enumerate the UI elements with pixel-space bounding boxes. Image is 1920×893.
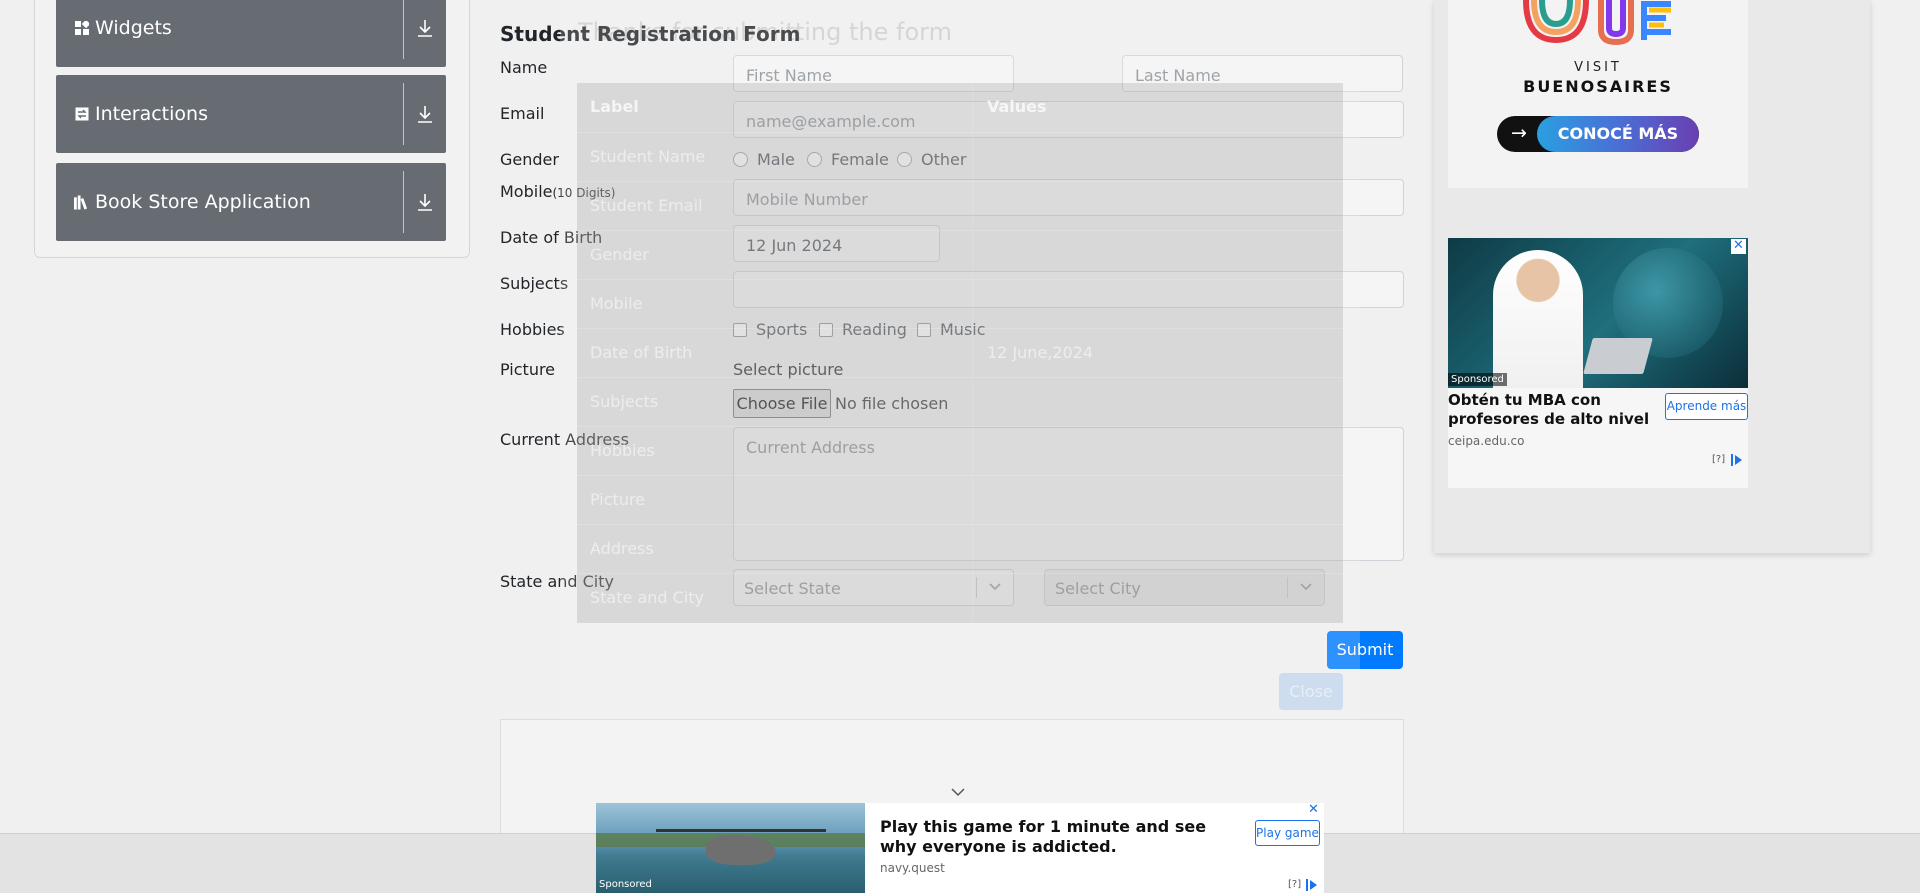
sponsored-label: Sponsored	[599, 879, 652, 890]
sidebar-group-label: Book Store Application	[95, 191, 311, 213]
arrow-right-icon: →	[1511, 122, 1527, 144]
play-game-button[interactable]: Play game	[1255, 820, 1320, 846]
row-label: State and City	[590, 588, 704, 607]
conoce-mas-label: CONOCÉ MÁS	[1537, 116, 1699, 152]
buenos-aires-logo	[1523, 0, 1671, 46]
sidebar-group-interactions[interactable]: Interactions	[56, 75, 446, 153]
ad-info-link[interactable]: [?]	[1288, 879, 1301, 890]
email-label: Email	[500, 104, 545, 123]
row-label: Mobile	[590, 294, 643, 313]
row-label: Hobbies	[590, 441, 655, 460]
interactions-icon	[74, 107, 89, 122]
divider	[403, 83, 404, 145]
close-icon[interactable]: ✕	[1731, 239, 1746, 254]
subjects-label: Subjects	[500, 274, 569, 293]
widgets-icon	[74, 21, 89, 36]
hobbies-label: Hobbies	[500, 320, 565, 339]
mba-ad-headline[interactable]: Obtén tu MBA con profesores de alto nive…	[1448, 391, 1658, 429]
divider	[403, 0, 404, 59]
gender-label: Gender	[500, 150, 559, 169]
download-icon	[418, 20, 432, 37]
aprende-mas-button[interactable]: Aprende más	[1665, 393, 1748, 420]
adchoices-icon[interactable]	[1731, 454, 1743, 466]
table-row: Gender	[577, 230, 1343, 279]
ad-info-link[interactable]: [?]	[1712, 454, 1725, 465]
row-label: Date of Birth	[590, 343, 693, 362]
sidebar-group-label: Interactions	[95, 103, 208, 125]
close-modal-button[interactable]: Close	[1279, 673, 1343, 710]
name-label: Name	[500, 58, 548, 77]
mobile-label-text: Mobile	[500, 182, 553, 201]
book-icon	[74, 194, 89, 210]
mba-ad[interactable]: ✕ Sponsored Obtén tu MBA con profesores …	[1448, 238, 1748, 488]
table-row: Picture	[577, 475, 1343, 524]
picture-label: Picture	[500, 360, 556, 379]
table-row: Address	[577, 524, 1343, 573]
person-graphic	[1493, 250, 1583, 388]
sponsored-label: Sponsored	[1448, 373, 1507, 386]
game-ad-site[interactable]: navy.quest	[880, 861, 945, 875]
row-label: Address	[590, 539, 654, 558]
table-row: Subjects	[577, 377, 1343, 426]
conoce-mas-button[interactable]: → CONOCÉ MÁS	[1497, 116, 1699, 152]
game-ad[interactable]: Sponsored Play this game for 1 minute an…	[596, 803, 1324, 893]
download-icon	[418, 194, 432, 211]
table-row: Mobile	[577, 279, 1343, 328]
sidebar-group-widgets[interactable]: Widgets	[56, 0, 446, 67]
close-icon[interactable]: ✕	[1306, 803, 1321, 818]
sidebar-panel: Widgets Interactions Book Store Applicat…	[34, 0, 470, 258]
divider	[403, 171, 404, 233]
row-value: 12 June,2024	[987, 343, 1094, 362]
row-label: Student Email	[590, 196, 703, 215]
modal-title: Thanks for submitting the form	[578, 18, 952, 46]
rotor-graphic	[656, 829, 826, 832]
table-row: Student Email	[577, 181, 1343, 230]
row-label: Picture	[590, 490, 646, 509]
mba-ad-site[interactable]: ceipa.edu.co	[1448, 434, 1524, 448]
visit-text: VISIT	[1574, 60, 1622, 75]
modal-results-table: Label Values Student Name Student Email …	[577, 83, 1343, 623]
header-values: Values	[987, 97, 1047, 116]
row-label: Gender	[590, 245, 649, 264]
sidebar-group-label: Widgets	[95, 17, 172, 39]
table-header-row: Label Values	[577, 83, 1343, 132]
row-label: Student Name	[590, 147, 706, 166]
row-label: Subjects	[590, 392, 659, 411]
table-row: Student Name	[577, 132, 1343, 181]
table-row: Hobbies	[577, 426, 1343, 475]
game-ad-headline[interactable]: Play this game for 1 minute and see why …	[880, 817, 1210, 857]
chevron-down-icon[interactable]	[950, 786, 966, 798]
sidebar-group-book-store[interactable]: Book Store Application	[56, 163, 446, 241]
buenos-aires-text: BUENOSAIRES	[1523, 77, 1673, 96]
header-label: Label	[590, 97, 639, 116]
table-row: State and City	[577, 573, 1343, 622]
adchoices-icon[interactable]	[1306, 879, 1318, 891]
table-row: Date of Birth 12 June,2024	[577, 328, 1343, 377]
download-icon	[418, 106, 432, 123]
mba-ad-image[interactable]	[1448, 238, 1748, 388]
laptop-graphic	[1583, 338, 1653, 374]
